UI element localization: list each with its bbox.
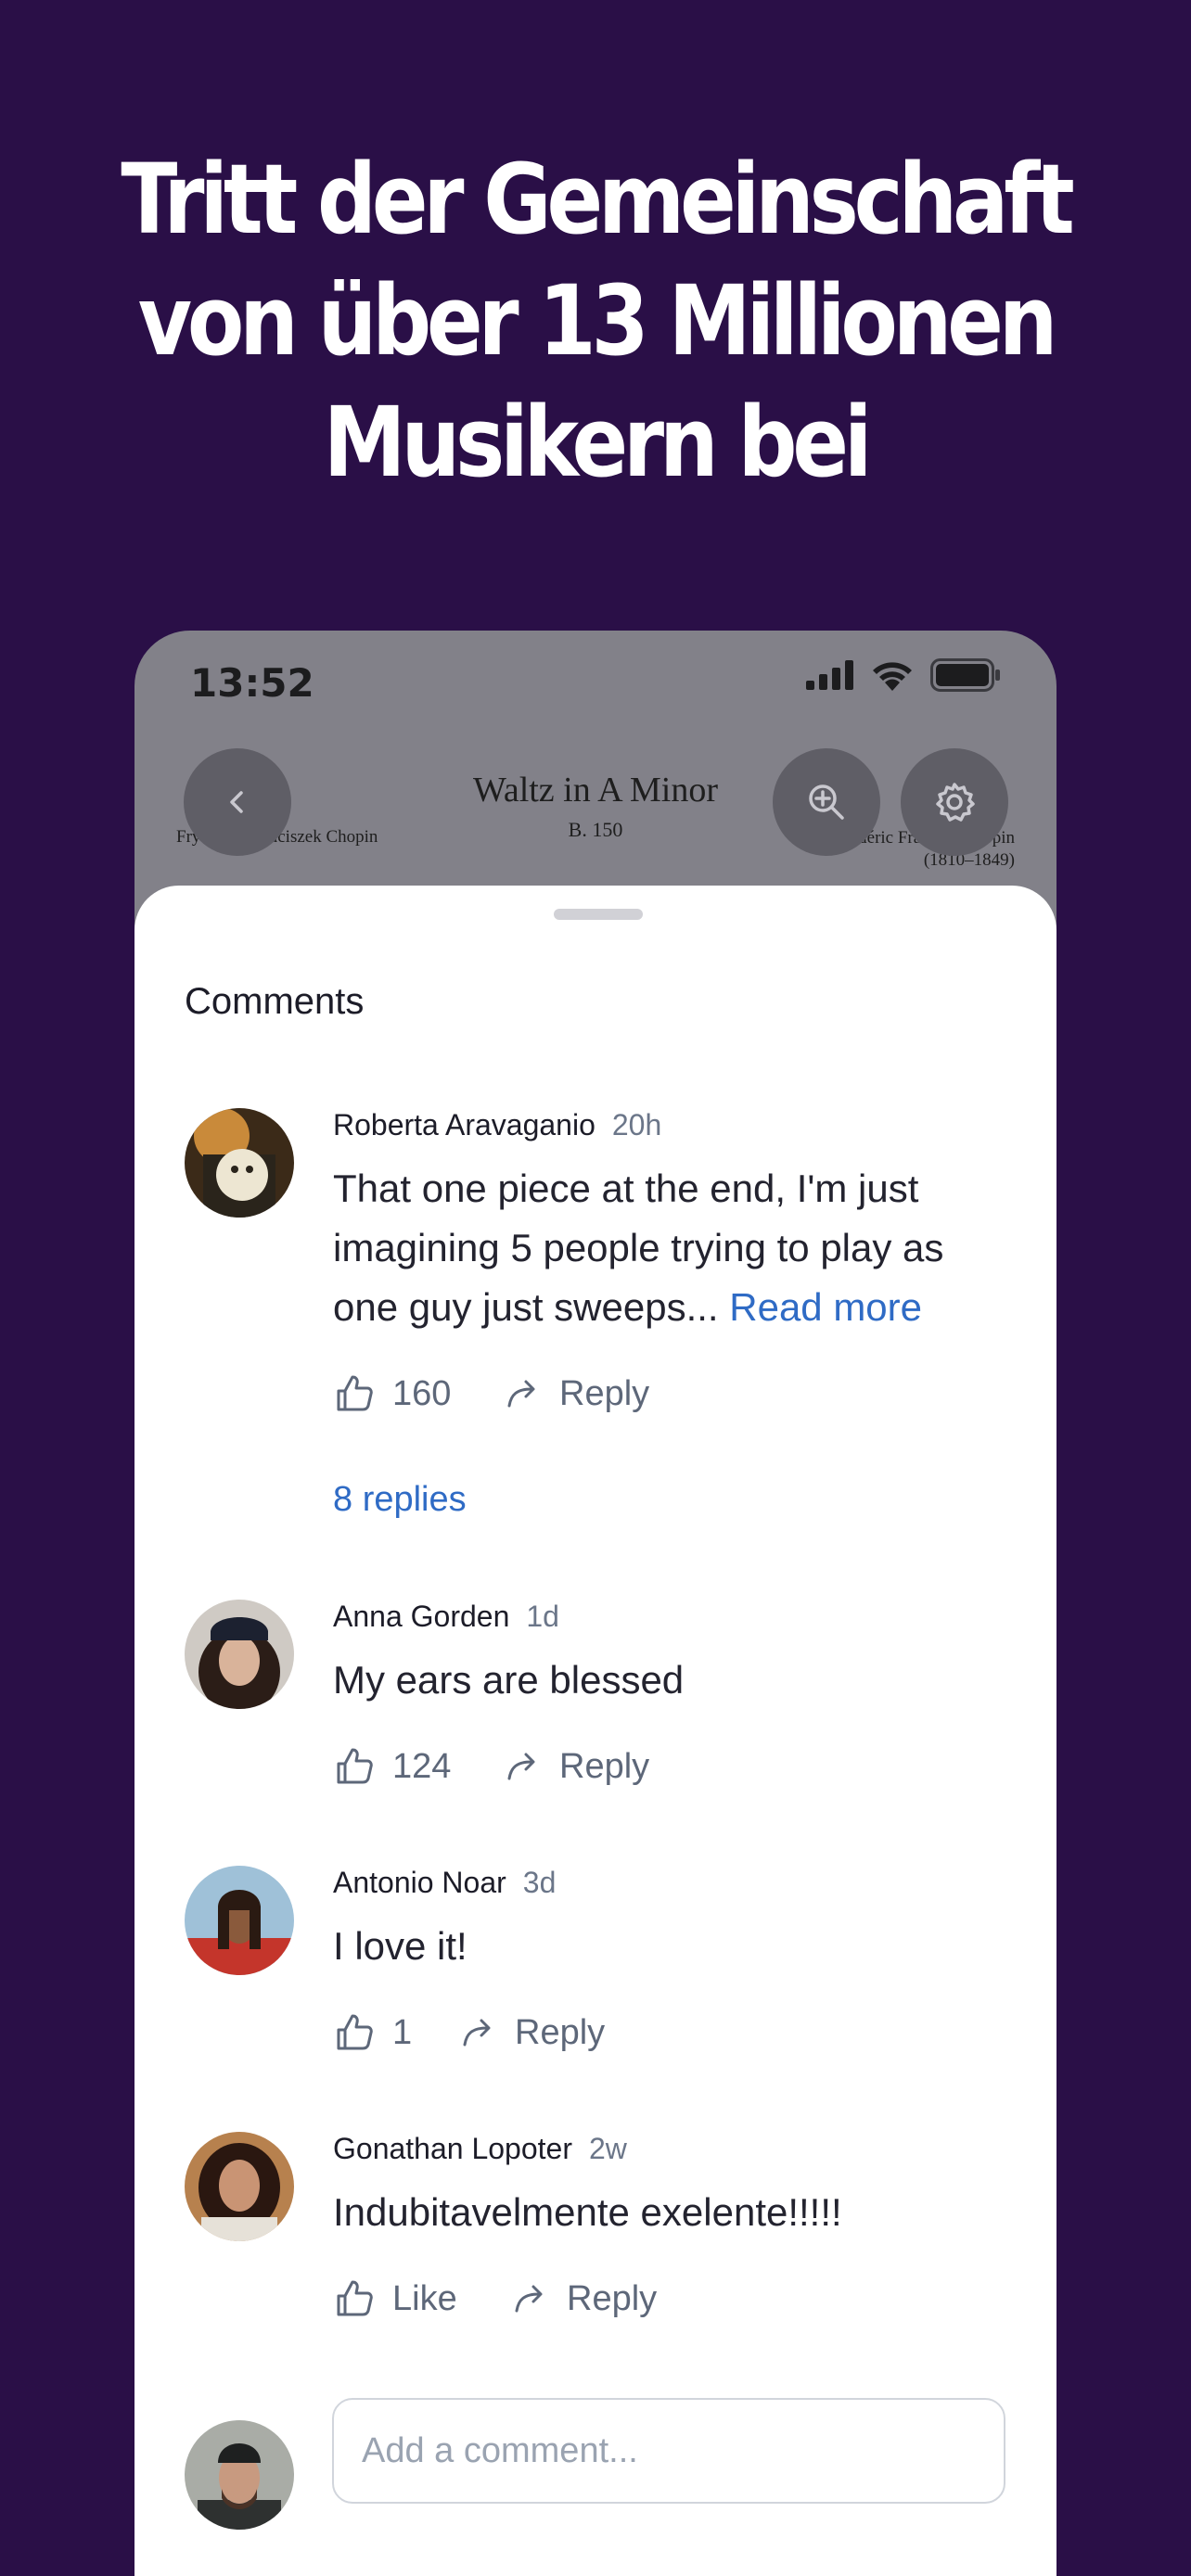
comment-time: 3d bbox=[522, 1866, 557, 1899]
thumbs-up-icon bbox=[337, 2014, 373, 2050]
comment-body: Roberta Aravaganio 20h That one piece at … bbox=[333, 1108, 1010, 1520]
gear-icon bbox=[936, 783, 975, 822]
comment-meta: Anna Gorden 1d bbox=[333, 1600, 1010, 1634]
thumbs-up-icon bbox=[337, 2280, 373, 2316]
comment-text: My ears are blessed bbox=[333, 1658, 685, 1702]
status-icons bbox=[806, 658, 1001, 692]
read-more-link[interactable]: Read more bbox=[729, 1285, 922, 1329]
reply-label: Reply bbox=[567, 2278, 658, 2318]
like-button[interactable]: 124 bbox=[333, 1745, 504, 1788]
reply-label: Reply bbox=[559, 1746, 650, 1786]
comment-time: 1d bbox=[526, 1600, 559, 1633]
chevron-left-icon bbox=[230, 791, 243, 813]
comment-time: 2w bbox=[588, 2132, 627, 2165]
comment-actions: Like Reply bbox=[333, 2277, 1010, 2320]
like-label: Like bbox=[392, 2278, 457, 2318]
comment-author[interactable]: Roberta Aravaganio bbox=[333, 1108, 596, 1141]
comments-title: Comments bbox=[185, 981, 365, 1022]
comment-author[interactable]: Anna Gorden bbox=[333, 1600, 509, 1633]
add-comment-input[interactable] bbox=[332, 2398, 1005, 2504]
reply-button[interactable]: Reply bbox=[504, 1747, 649, 1787]
avatar[interactable] bbox=[185, 2132, 294, 2241]
avatar[interactable] bbox=[185, 1866, 294, 1975]
comment-body: Anna Gorden 1d My ears are blessed 124 Re… bbox=[333, 1600, 1010, 1788]
like-count: 160 bbox=[392, 1373, 452, 1413]
comment-body: Gonathan Lopoter 2w Indubitavelmente exel… bbox=[333, 2132, 1010, 2320]
comment-text: I love it! bbox=[333, 1924, 467, 1968]
comment-text: That one piece at the end, I'm just imag… bbox=[333, 1159, 1010, 1337]
reply-label: Reply bbox=[515, 2012, 606, 2052]
reply-button[interactable]: Reply bbox=[504, 1374, 649, 1414]
avatar[interactable] bbox=[185, 1108, 294, 1218]
comment-meta: Antonio Noar 3d bbox=[333, 1866, 1010, 1900]
settings-button[interactable] bbox=[901, 748, 1008, 856]
reply-arrow-icon bbox=[507, 1380, 535, 1408]
like-button[interactable]: Like bbox=[333, 2277, 511, 2320]
like-count: 124 bbox=[392, 1746, 452, 1786]
comment-meta: Gonathan Lopoter 2w bbox=[333, 2132, 1010, 2166]
reply-arrow-icon bbox=[515, 2285, 543, 2313]
headline-line-2: von über 13 Millionen bbox=[137, 264, 1058, 377]
reply-arrow-icon bbox=[507, 1753, 535, 1780]
comment-meta: Roberta Aravaganio 20h bbox=[333, 1108, 1010, 1142]
composer-right-years: (1810–1849) bbox=[923, 850, 1015, 870]
headline-line-3: Musikern bei bbox=[323, 386, 873, 499]
comment-body: Antonio Noar 3d I love it! 1 Reply bbox=[333, 1866, 1010, 2054]
wifi-icon bbox=[873, 662, 912, 691]
phone-mockup: 13:52 Waltz in A Minor B. 150 Fryderyk F… bbox=[134, 631, 1057, 2576]
reply-button[interactable]: Reply bbox=[459, 2013, 605, 2053]
signal-icon bbox=[806, 660, 853, 690]
comment-actions: 160 Reply bbox=[333, 1372, 1010, 1415]
reply-button[interactable]: Reply bbox=[511, 2279, 657, 2319]
sheet-grabber[interactable] bbox=[554, 909, 643, 920]
status-time: 13:52 bbox=[190, 660, 314, 706]
like-button[interactable]: 160 bbox=[333, 1372, 504, 1415]
thumbs-up-icon bbox=[337, 1748, 373, 1784]
avatar[interactable] bbox=[185, 1600, 294, 1709]
comment-author[interactable]: Antonio Noar bbox=[333, 1866, 506, 1899]
reply-arrow-icon bbox=[463, 2019, 491, 2047]
battery-icon bbox=[930, 658, 1000, 692]
current-user-avatar bbox=[185, 2420, 294, 2530]
comment-actions: 1 Reply bbox=[333, 2011, 1010, 2054]
back-button[interactable] bbox=[184, 748, 291, 856]
zoom-in-icon bbox=[809, 784, 844, 820]
comment-text: Indubitavelmente exelente!!!!! bbox=[333, 2190, 842, 2234]
reply-label: Reply bbox=[559, 1373, 650, 1413]
thumbs-up-icon bbox=[337, 1375, 373, 1411]
comment-author[interactable]: Gonathan Lopoter bbox=[333, 2132, 572, 2165]
like-button[interactable]: 1 bbox=[333, 2011, 459, 2054]
headline-line-1: Tritt der Gemeinschaft bbox=[121, 143, 1074, 256]
comment-actions: 124 Reply bbox=[333, 1745, 1010, 1788]
view-replies-link[interactable]: 8 replies bbox=[333, 1480, 1010, 1520]
headline: Tritt der Gemeinschaft von über 13 Milli… bbox=[83, 139, 1108, 504]
comments-sheet: Comments Roberta Aravaganio 20h That one … bbox=[134, 886, 1057, 2576]
zoom-button[interactable] bbox=[773, 748, 880, 856]
like-count: 1 bbox=[392, 2012, 413, 2052]
comment-time: 20h bbox=[611, 1108, 662, 1141]
